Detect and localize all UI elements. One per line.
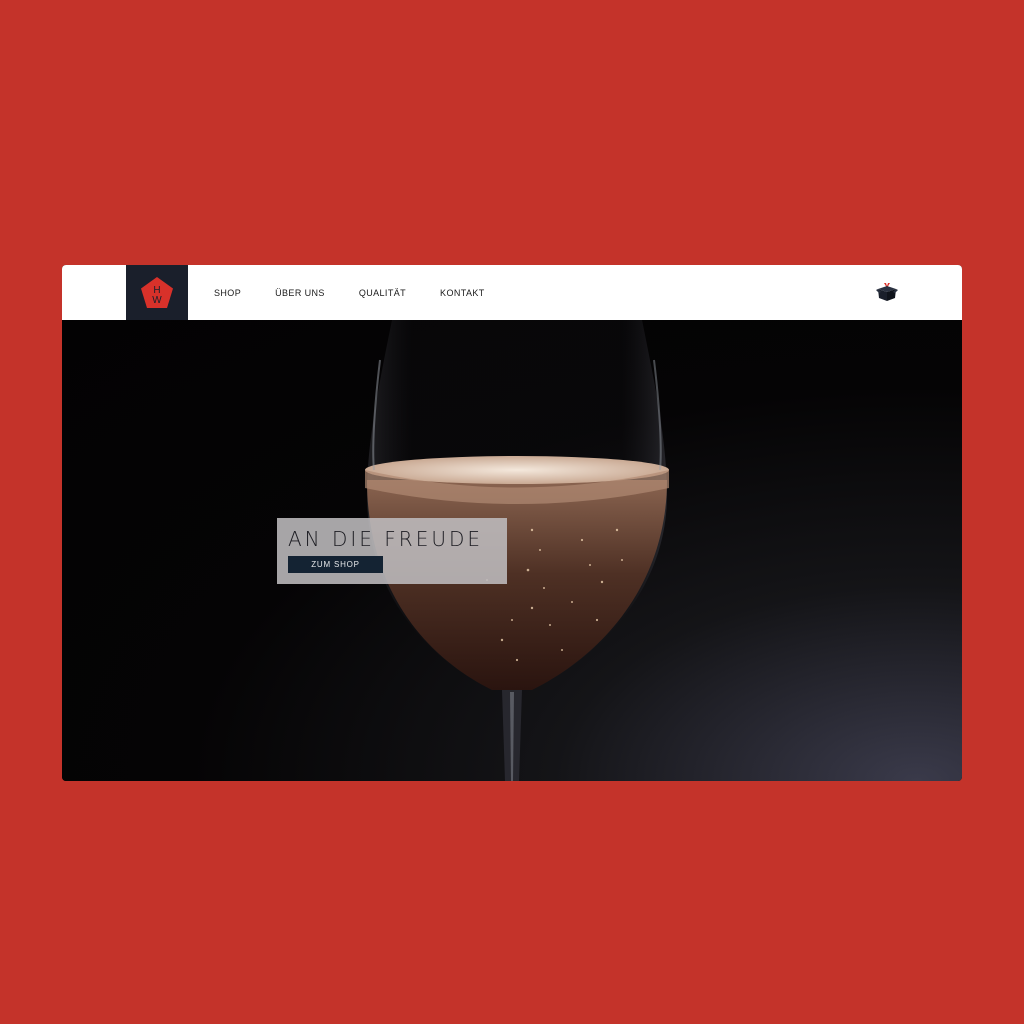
nav-item-shop[interactable]: SHOP xyxy=(214,288,241,298)
hero-title: AN DIE FREUDE xyxy=(288,527,484,551)
main-nav: SHOP ÜBER UNS QUALITÄT KONTAKT xyxy=(214,265,519,320)
gift-box-cart-icon[interactable] xyxy=(875,281,899,303)
nav-item-ueber-uns[interactable]: ÜBER UNS xyxy=(275,288,325,298)
wine-glass-image xyxy=(365,320,669,781)
browser-window: H W SHOP ÜBER UNS QUALITÄT KONTAKT AN DI… xyxy=(62,265,962,781)
logo[interactable]: H W xyxy=(126,265,188,320)
hero-card: AN DIE FREUDE ZUM SHOP xyxy=(277,518,507,584)
nav-item-qualitaet[interactable]: QUALITÄT xyxy=(359,288,406,298)
navbar: H W SHOP ÜBER UNS QUALITÄT KONTAKT xyxy=(62,265,962,320)
nav-item-kontakt[interactable]: KONTAKT xyxy=(440,288,485,298)
zum-shop-button[interactable]: ZUM SHOP xyxy=(288,556,383,573)
svg-text:W: W xyxy=(152,295,162,306)
pentagon-logo-icon: H W xyxy=(141,276,173,308)
hero-section: AN DIE FREUDE ZUM SHOP xyxy=(62,320,962,781)
